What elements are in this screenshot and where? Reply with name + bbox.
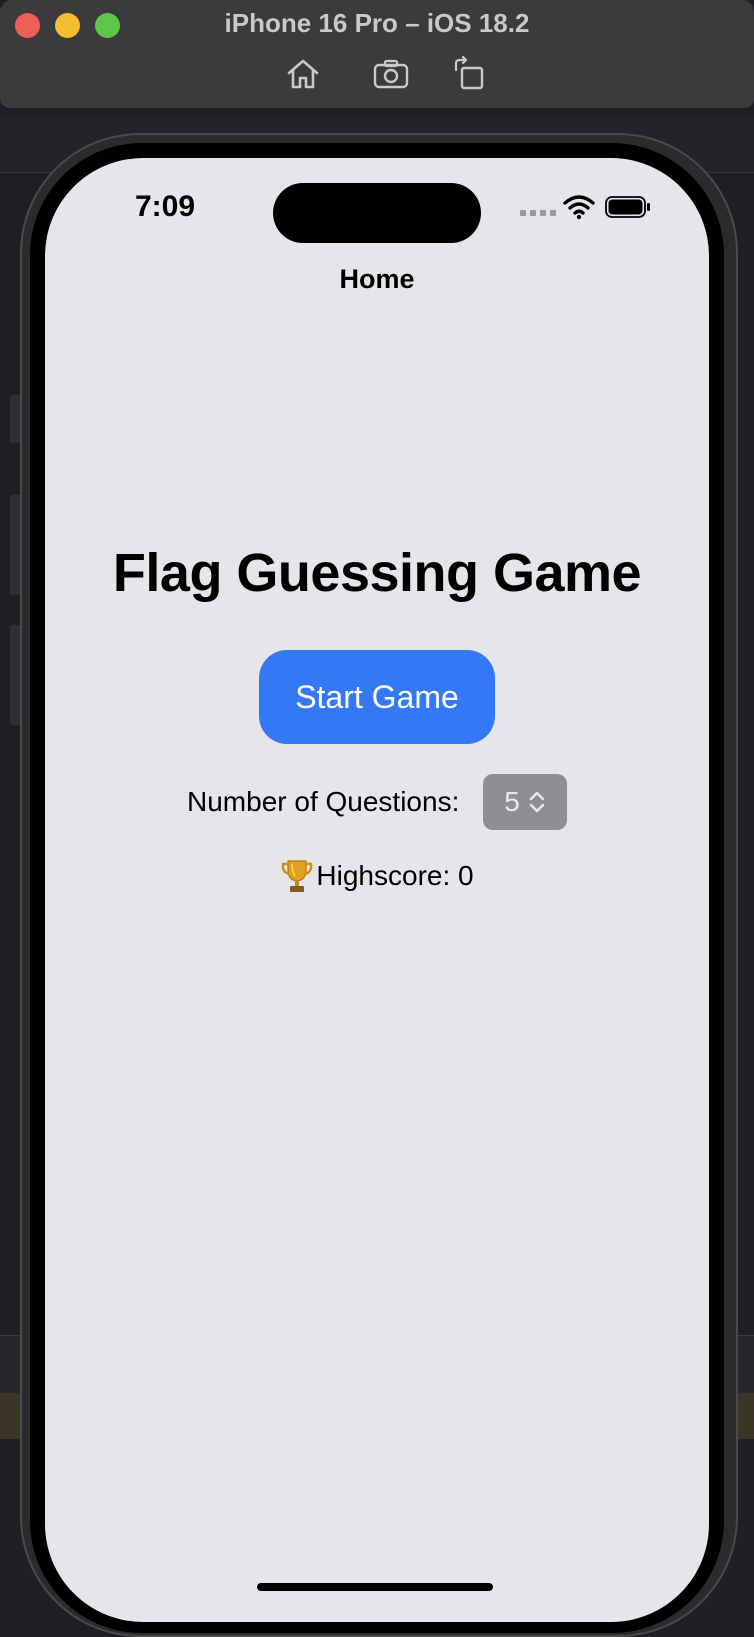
questions-picker[interactable]: 5: [483, 774, 567, 830]
highscore-row: Highscore: 0: [45, 858, 709, 894]
trophy-icon: [282, 860, 313, 892]
device-screen: 7:09 Home Flag Guessing Game Start Game …: [45, 158, 709, 1622]
nav-title: Home: [339, 264, 415, 294]
rotate-icon: [454, 55, 484, 90]
battery-icon: [605, 196, 650, 218]
page-title: Flag Guessing Game: [112, 543, 642, 603]
rotate-button[interactable]: [452, 55, 490, 92]
chevron-up-down-icon: [529, 791, 544, 813]
home-button[interactable]: [284, 56, 322, 92]
window-title: iPhone 16 Pro – iOS 18.2: [224, 8, 530, 38]
highscore-text: Highscore: 0: [316, 860, 474, 891]
questions-row: Number of Questions: 5: [45, 774, 709, 830]
questions-label: Number of Questions:: [187, 786, 460, 817]
home-indicator[interactable]: [257, 1583, 493, 1591]
status-time: 7:09: [135, 190, 196, 223]
screenshot-icon: [373, 59, 409, 89]
wifi-icon: [563, 195, 595, 220]
screenshot-button[interactable]: [372, 56, 410, 92]
questions-value: 5: [504, 786, 520, 817]
simulator-titlebar: iPhone 16 Pro – iOS 18.2: [0, 0, 754, 109]
home-icon: [287, 59, 319, 89]
cellular-signal-icon: [520, 210, 556, 216]
dynamic-island: [273, 183, 481, 243]
start-game-button[interactable]: Start Game: [259, 650, 495, 744]
